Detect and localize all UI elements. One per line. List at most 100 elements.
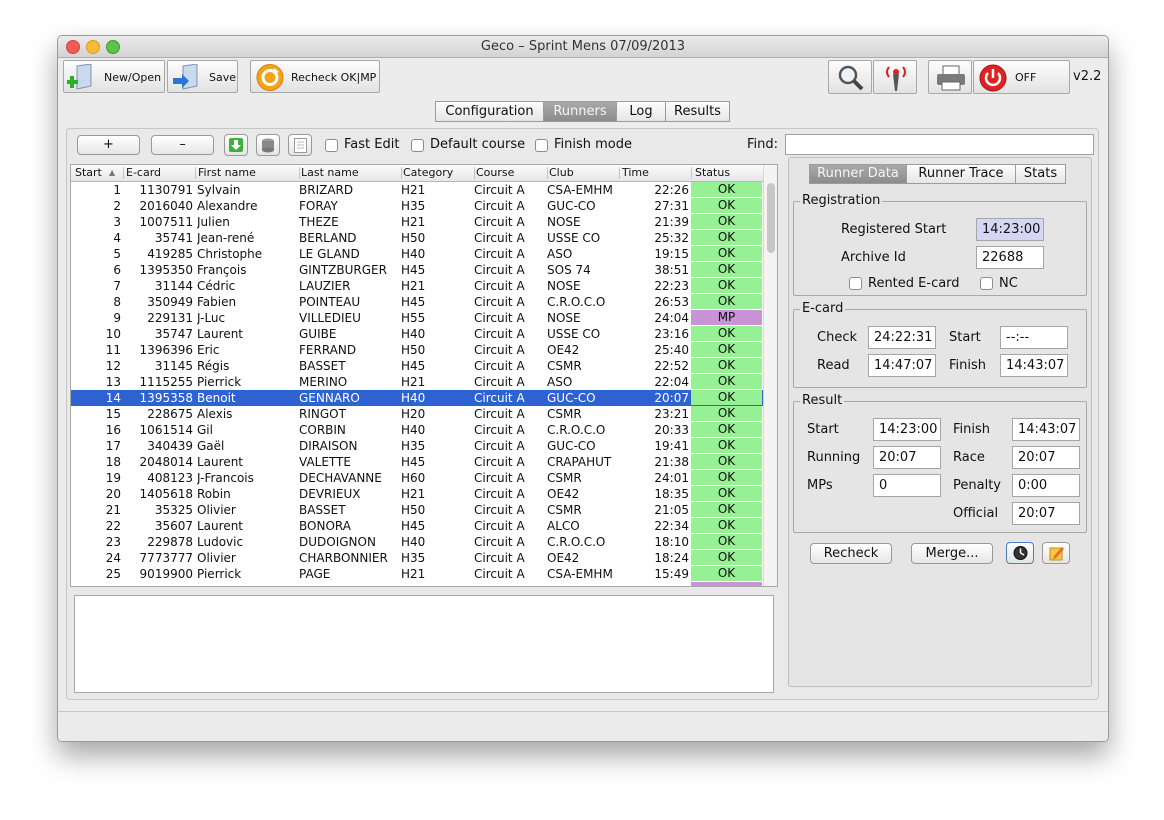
cell-first-name: J-Luc (197, 311, 226, 325)
column-separator[interactable] (691, 167, 692, 179)
database-button[interactable] (256, 134, 280, 156)
tab-configuration[interactable]: Configuration (435, 101, 544, 122)
scrollbar-thumb[interactable] (767, 183, 775, 253)
table-scrollbar[interactable] (763, 165, 777, 586)
recheck-button[interactable]: Recheck (810, 543, 892, 564)
official-label: Official (953, 506, 999, 521)
table-row[interactable]: 13 1115255 Pierrick MERINO H21 Circuit A ASO 22… (71, 374, 763, 390)
remove-runner-button[interactable]: – (151, 135, 214, 155)
column-header-club[interactable]: Club (549, 166, 574, 179)
column-separator[interactable] (619, 167, 620, 179)
table-row[interactable]: 5 419285 Christophe LE GLAND H40 Circuit A ASO… (71, 246, 763, 262)
penalty-field[interactable]: 0:00 (1012, 474, 1080, 497)
table-row[interactable]: 24 7773777 Olivier CHARBONNIER H35 Circuit A O… (71, 550, 763, 566)
column-separator[interactable] (474, 167, 475, 179)
find-input[interactable] (785, 134, 1094, 155)
print-button[interactable] (928, 60, 972, 94)
archive-id-field[interactable]: 22688 (976, 246, 1044, 269)
table-row[interactable]: 2 2016040 Alexandre FORAY H35 Circuit A GUC-CO… (71, 198, 763, 214)
table-row[interactable]: 18 2048014 Laurent VALETTE H45 Circuit A CRAPA… (71, 454, 763, 470)
column-header-start[interactable]: Start (75, 166, 102, 179)
column-header-first-name[interactable]: First name (198, 166, 256, 179)
column-header-status[interactable]: Status (695, 166, 730, 179)
read-field[interactable]: 14:47:07 (868, 354, 936, 377)
search-button[interactable] (828, 60, 872, 94)
list-button[interactable] (288, 134, 312, 156)
reset-time-button[interactable] (1006, 542, 1034, 564)
recheck-ok-mp-button[interactable]: Recheck OK|MP (250, 60, 380, 93)
ecard-finish-label: Finish (949, 358, 987, 373)
import-button[interactable] (224, 134, 248, 156)
column-separator[interactable] (547, 167, 548, 179)
result-finish-field[interactable]: 14:43:07 (1012, 418, 1080, 441)
cell-club: USSE CO (547, 327, 601, 341)
cell-course: Circuit A (474, 263, 525, 277)
table-row[interactable]: 4 35741 Jean-rené BERLAND H50 Circuit A USSE C… (71, 230, 763, 246)
cell-start: 3 (113, 215, 121, 229)
table-row[interactable]: 9 229131 J-Luc VILLEDIEU H55 Circuit A NOSE 24:… (71, 310, 763, 326)
new-open-button[interactable]: New/Open (63, 60, 165, 93)
table-row-partial[interactable] (71, 582, 763, 586)
race-field[interactable]: 20:07 (1012, 446, 1080, 469)
edit-punches-button[interactable] (1042, 542, 1070, 564)
cell-ecard: 31144 (154, 279, 193, 293)
running-field[interactable]: 20:07 (873, 446, 941, 469)
column-header-ecard[interactable]: E-card (126, 166, 161, 179)
ecard-finish-field[interactable]: 14:43:07 (1000, 354, 1068, 377)
table-row[interactable]: 3 1007511 Julien THEZE H21 Circuit A NOSE 21:39… (71, 214, 763, 230)
registered-start-field[interactable]: 14:23:00 (976, 218, 1044, 241)
result-start-field[interactable]: 14:23:00 (873, 418, 941, 441)
add-runner-button[interactable]: + (77, 135, 140, 155)
nc-checkbox[interactable] (980, 277, 993, 290)
table-row[interactable]: 17 340439 Gaël DIRAISON H35 Circuit A GUC-CO 19… (71, 438, 763, 454)
table-row[interactable]: 20 1405618 Robin DEVRIEUX H21 Circuit A OE42 18… (71, 486, 763, 502)
rented-ecard-checkbox[interactable] (849, 277, 862, 290)
table-row[interactable]: 7 31144 Cédric LAUZIER H21 Circuit A NOSE 22:23… (71, 278, 763, 294)
column-header-category[interactable]: Category (403, 166, 453, 179)
check-field[interactable]: 24:22:31 (868, 326, 936, 349)
table-row[interactable]: 23 229878 Ludovic DUDOIGNON H40 Circuit A C.R.… (71, 534, 763, 550)
cell-first-name: Alexis (197, 407, 233, 421)
table-row[interactable]: 14 1395358 Benoit GENNARO H40 Circuit A GUC-CO… (71, 390, 763, 406)
column-header-time[interactable]: Time (622, 166, 649, 179)
log-text-area[interactable] (74, 595, 774, 693)
table-row[interactable]: 19 408123 J-Francois DECHAVANNE H60 Circuit A… (71, 470, 763, 486)
table-row[interactable]: 10 35747 Laurent GUIBE H40 Circuit A USSE CO 23… (71, 326, 763, 342)
table-row[interactable]: 21 35325 Olivier BASSET H50 Circuit A CSMR 21:0… (71, 502, 763, 518)
column-separator[interactable] (299, 167, 300, 179)
finish-mode-checkbox[interactable] (535, 139, 548, 152)
station-power-button[interactable]: OFF (973, 60, 1070, 94)
column-header-last-name[interactable]: Last name (301, 166, 359, 179)
tab-stats[interactable]: Stats (1015, 164, 1066, 184)
table-row[interactable]: 12 31145 Régis BASSET H45 Circuit A CSMR 22:52 O… (71, 358, 763, 374)
table-row[interactable]: 11 1396396 Eric FERRAND H50 Circuit A OE42 25:4… (71, 342, 763, 358)
table-row[interactable]: 6 1395350 François GINTZBURGER H45 Circuit A S… (71, 262, 763, 278)
tab-runner-data[interactable]: Runner Data (809, 164, 907, 184)
station-antenna-button[interactable] (873, 60, 917, 94)
tab-log[interactable]: Log (616, 101, 666, 122)
tab-results[interactable]: Results (665, 101, 730, 122)
official-field[interactable]: 20:07 (1012, 502, 1080, 525)
column-separator[interactable] (401, 167, 402, 179)
column-separator[interactable] (195, 167, 196, 179)
ecard-start-field[interactable]: --:-- (1000, 326, 1068, 349)
table-row[interactable]: 1 1130791 Sylvain BRIZARD H21 Circuit A CSA-EM… (71, 182, 763, 198)
column-header-course[interactable]: Course (476, 166, 514, 179)
cell-course: Circuit A (474, 327, 525, 341)
table-row[interactable]: 15 228675 Alexis RINGOT H20 Circuit A CSMR 23:2… (71, 406, 763, 422)
tab-runners[interactable]: Runners (543, 101, 617, 122)
column-separator[interactable] (123, 167, 124, 179)
tab-runner-trace[interactable]: Runner Trace (906, 164, 1016, 184)
cell-course: Circuit A (474, 519, 525, 533)
status-badge: OK (691, 278, 762, 293)
table-row[interactable]: 16 1061514 Gil CORBIN H40 Circuit A C.R.O.C.O 2… (71, 422, 763, 438)
fast-edit-checkbox[interactable] (325, 139, 338, 152)
merge-button[interactable]: Merge... (911, 543, 993, 564)
save-button[interactable]: Save (167, 60, 238, 93)
cell-last-name: VILLEDIEU (299, 311, 361, 325)
default-course-checkbox[interactable] (411, 139, 424, 152)
table-row[interactable]: 8 350949 Fabien POINTEAU H45 Circuit A C.R.O.C… (71, 294, 763, 310)
table-row[interactable]: 22 35607 Laurent BONORA H45 Circuit A ALCO 22:3… (71, 518, 763, 534)
table-row[interactable]: 25 9019900 Pierrick PAGE H21 Circuit A CSA-EMH… (71, 566, 763, 582)
mps-field[interactable]: 0 (873, 474, 941, 497)
